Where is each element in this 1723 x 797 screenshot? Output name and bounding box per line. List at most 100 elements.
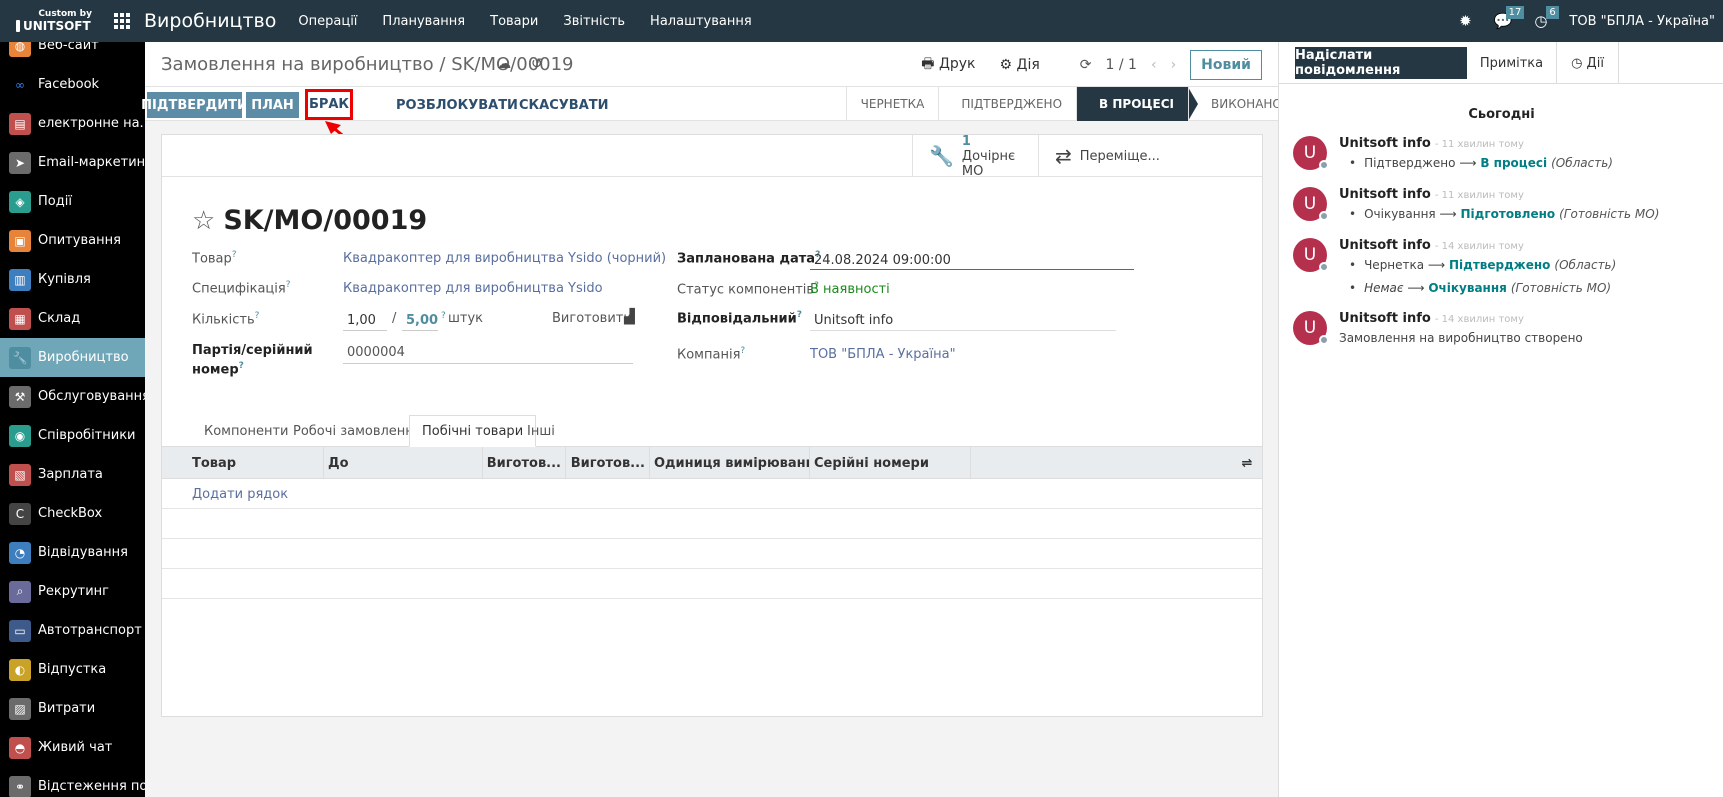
log-note-button[interactable]: Примітка	[1467, 42, 1557, 84]
menu-operations[interactable]: Операції	[298, 14, 357, 29]
sidebar-item[interactable]: ▭ Автотранспорт	[0, 611, 145, 650]
col-product[interactable]: Товар	[162, 447, 324, 479]
menu-planning[interactable]: Планування	[382, 14, 465, 29]
help-icon[interactable]: ?	[441, 311, 446, 321]
pager-next-icon[interactable]: ›	[1171, 57, 1177, 73]
send-message-button[interactable]: Надіслати повідомлення	[1295, 47, 1467, 79]
company-switcher[interactable]: ТОВ "БПЛА - Україна"	[1569, 14, 1715, 29]
help-icon[interactable]: ?	[239, 361, 244, 371]
cloud-save-icon[interactable]: ☁	[497, 56, 511, 72]
bom-value[interactable]: Квадракоптер для виробництва Ysido	[343, 281, 603, 296]
breadcrumb-parent[interactable]: Замовлення на виробництво	[161, 54, 434, 75]
col-to[interactable]: До	[324, 447, 483, 479]
messages-icon[interactable]: 💬 17	[1494, 6, 1525, 30]
menu-products[interactable]: Товари	[490, 14, 538, 29]
pager-value[interactable]: 1 / 1	[1106, 57, 1137, 73]
sidebar-item[interactable]: ⚒ Обслуговування	[0, 377, 145, 416]
cancel-button[interactable]: СКАСУВАТИ	[519, 92, 609, 118]
pager-prev-icon[interactable]: ‹	[1151, 57, 1157, 73]
col-serial-numbers[interactable]: Серійні номери	[810, 447, 971, 479]
sidebar-item[interactable]: ◉ Співробітники	[0, 416, 145, 455]
tab-other[interactable]: Інші	[515, 415, 567, 447]
sidebar-item[interactable]: ▤ електронне на...	[0, 104, 145, 143]
sidebar-item-label: Відпустка	[38, 662, 107, 677]
expense-icon: ▨	[9, 697, 31, 720]
company-value[interactable]: ТОВ "БПЛА - Україна"	[810, 347, 956, 362]
unblock-button[interactable]: РОЗБЛОКУВАТИ	[396, 92, 518, 118]
message-author[interactable]: Unitsoft info	[1339, 238, 1431, 253]
app-title[interactable]: Виробництво	[144, 10, 276, 32]
attendance-icon: ◔	[9, 541, 31, 564]
debug-bug-icon[interactable]: ✹	[1459, 12, 1472, 30]
stage-confirmed[interactable]: ПІДТВЕРДЖЕНО	[938, 87, 1076, 121]
child-mo-button[interactable]: 🔧 1 Дочірнє МО	[912, 134, 1038, 179]
breadcrumb-current: SK/MO/00019	[451, 54, 574, 75]
date-value[interactable]: 24.08.2024 09:00:00	[814, 253, 951, 268]
new-button[interactable]: Новий	[1190, 49, 1262, 80]
discard-changes-icon[interactable]: ↺	[531, 56, 543, 72]
avatar[interactable]: U	[1293, 311, 1329, 345]
responsible-value[interactable]: Unitsoft info	[814, 313, 893, 328]
message-author[interactable]: Unitsoft info	[1339, 311, 1431, 326]
col-uom[interactable]: Одиниця вимірювання	[650, 447, 810, 479]
transfers-button[interactable]: ⇄ Переміще...	[1038, 135, 1162, 177]
add-line-link[interactable]: Додати рядок	[192, 487, 288, 502]
sidebar-item[interactable]: ▧ Зарплата	[0, 455, 145, 494]
sidebar-item[interactable]: ▨ Витрати	[0, 689, 145, 728]
avatar[interactable]: U	[1293, 238, 1329, 272]
avatar[interactable]: U	[1293, 136, 1329, 170]
sidebar-item[interactable]: ⚭ Відстеження по...	[0, 767, 145, 797]
message-author[interactable]: Unitsoft info	[1339, 187, 1431, 202]
sidebar-item[interactable]: ∞ Facebook	[0, 65, 145, 104]
star-icon[interactable]: ☆	[192, 206, 215, 236]
message-author[interactable]: Unitsoft info	[1339, 136, 1431, 151]
help-icon[interactable]: ?	[797, 310, 802, 320]
chatter-message: U Unitsoft info - 14 хвилин тому • Чернетк…	[1293, 238, 1713, 300]
col-produced-2[interactable]: Виготов...	[566, 447, 650, 479]
help-icon[interactable]: ?	[255, 311, 260, 321]
qty-produced-input[interactable]: 1,00	[347, 313, 376, 328]
brand-mark-icon	[16, 20, 20, 32]
menu-configuration[interactable]: Налаштування	[650, 14, 752, 29]
stage-done[interactable]: ВИКОНАНО	[1188, 87, 1282, 121]
plan-button[interactable]: ПЛАН	[246, 92, 299, 118]
avatar[interactable]: U	[1293, 187, 1329, 221]
brand-logo[interactable]: Custom by UNITSOFT	[0, 0, 92, 42]
activities-label: Дії	[1586, 55, 1604, 71]
refresh-icon[interactable]: ⟳	[1080, 57, 1092, 73]
sidebar-item[interactable]: ◐ Відпустка	[0, 650, 145, 689]
help-icon[interactable]: ?	[740, 346, 745, 356]
stage-in-progress[interactable]: В ПРОЦЕСІ	[1076, 87, 1198, 121]
action-button[interactable]: ⚙ Дія	[1000, 57, 1040, 73]
confirm-button[interactable]: ПІДТВЕРДИТИ	[141, 92, 248, 118]
stage-draft[interactable]: ЧЕРНЕТКА	[845, 87, 939, 121]
product-value[interactable]: Квадракоптер для виробництва Ysido (чорн…	[343, 251, 666, 266]
chart-area-icon[interactable]: ▟	[624, 309, 635, 325]
help-icon[interactable]: ?	[232, 250, 237, 260]
menu-reporting[interactable]: Звітність	[563, 14, 625, 29]
table-row	[162, 509, 1262, 539]
sidebar-item[interactable]: 🔧 Виробництво	[0, 338, 145, 377]
column-settings-icon[interactable]: ⇌	[1232, 447, 1262, 479]
sidebar-item[interactable]: ◍ Веб-сайт	[0, 42, 145, 65]
apps-menu-icon[interactable]	[114, 13, 130, 29]
scrap-button[interactable]: БРАК	[305, 89, 353, 120]
sidebar-item[interactable]: ◈ Події	[0, 182, 145, 221]
notebook-tabs: Компоненти Робочі замовлення Побічні тов…	[162, 415, 1262, 447]
sidebar-item[interactable]: ▦ Склад	[0, 299, 145, 338]
print-button[interactable]: 🖶 Друк	[921, 53, 975, 77]
sidebar-item[interactable]: ◔ Відвідування	[0, 533, 145, 572]
sidebar-item[interactable]: C CheckBox	[0, 494, 145, 533]
col-produced-1[interactable]: Виготов...	[483, 447, 566, 479]
sidebar-item-label: Виробництво	[38, 350, 129, 365]
sidebar-item[interactable]: ◓ Живий чат	[0, 728, 145, 767]
activities-button[interactable]: ◷ Дії	[1557, 42, 1619, 84]
lot-value[interactable]: 0000004	[347, 345, 405, 360]
activities-clock-icon[interactable]: ◷ 6	[1534, 6, 1559, 30]
sidebar-item[interactable]: ▣ Опитування	[0, 221, 145, 260]
sidebar-item[interactable]: ⌕ Рекрутинг	[0, 572, 145, 611]
sidebar-item[interactable]: ▥ Купівля	[0, 260, 145, 299]
qty-total-input[interactable]: 5,00	[406, 313, 438, 328]
sidebar-item[interactable]: ➤ Email-маркетинг	[0, 143, 145, 182]
help-icon[interactable]: ?	[286, 280, 291, 290]
